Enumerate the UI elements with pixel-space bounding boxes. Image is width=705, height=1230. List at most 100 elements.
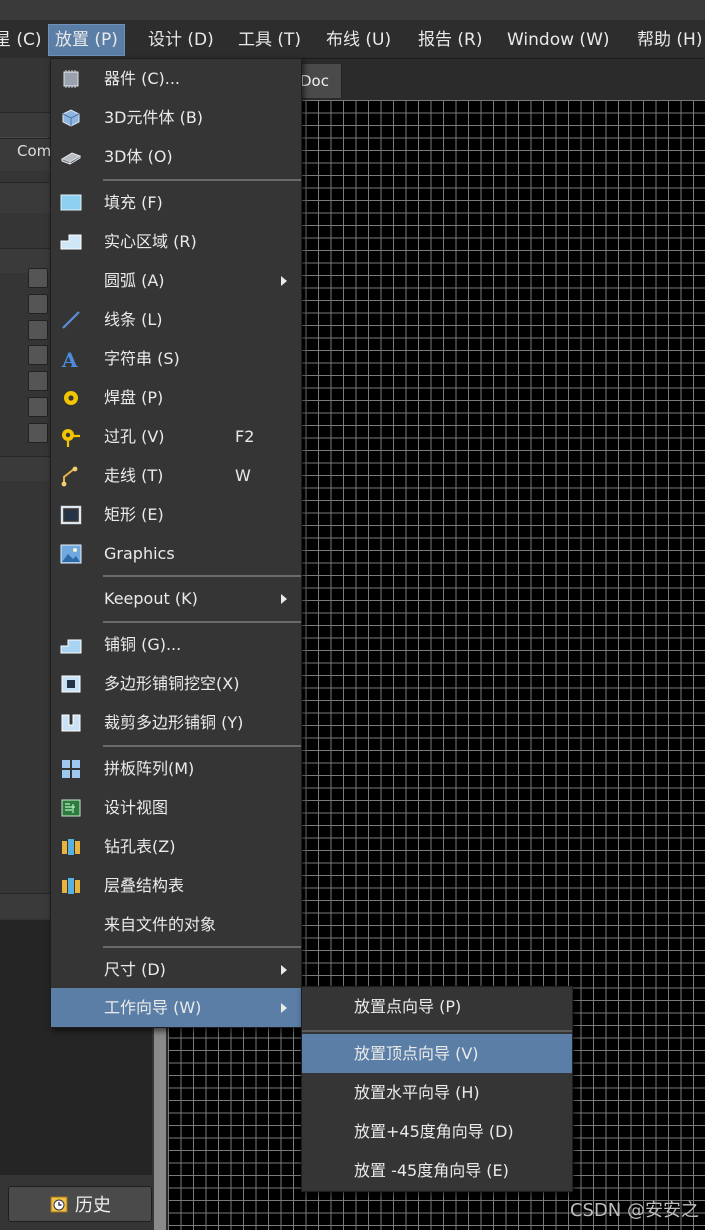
string-icon: A <box>61 348 78 370</box>
menu-item-keepout[interactable]: Keepout (K) <box>51 579 301 618</box>
menu-item-pad[interactable]: 焊盘 (P) <box>51 378 301 417</box>
panel-checkbox[interactable] <box>28 397 48 417</box>
menu-item-embedded-board-array[interactable]: 拼板阵列(M) <box>51 749 301 788</box>
menu-item-label: 焊盘 (P) <box>104 388 164 407</box>
menu-item-label: Graphics <box>104 544 175 563</box>
polygon-cutout-icon <box>61 675 81 693</box>
menu-item-label: 3D元件体 (B) <box>104 108 204 127</box>
menu-item-fill[interactable]: 填充 (F) <box>51 183 301 222</box>
menu-item-3d-body[interactable]: 3D体 (O) <box>51 137 301 176</box>
submenu-item-label: 放置点向导 (P) <box>354 997 462 1016</box>
submenu-item-place-plus45-guide[interactable]: 放置+45度角向导 (D) <box>302 1112 572 1151</box>
menu-item-object-from-file[interactable]: 来自文件的对象 <box>51 905 301 944</box>
menu-separator <box>103 179 301 181</box>
polygon-pour-icon <box>60 639 82 654</box>
submenu-item-label: 放置+45度角向导 (D) <box>354 1122 514 1141</box>
menu-reports[interactable]: 报告 (R) <box>418 26 482 54</box>
title-strip <box>0 0 705 20</box>
panel-column-header: Com <box>17 142 52 160</box>
submenu-arrow-icon <box>281 965 287 975</box>
panel-checkbox[interactable] <box>28 294 48 314</box>
via-icon <box>62 429 80 447</box>
menu-item-work-guide[interactable]: 工作向导 (W) <box>51 988 301 1027</box>
panel-checkbox[interactable] <box>28 371 48 391</box>
menu-item-label: 拼板阵列(M) <box>104 759 195 778</box>
menu-item-shortcut: W <box>235 466 251 485</box>
menu-item-label: 尺寸 (D) <box>104 960 166 979</box>
menu-item-label: 矩形 (E) <box>104 505 164 524</box>
solid-region-icon <box>60 234 82 250</box>
submenu-item-place-minus45-guide[interactable]: 放置 -45度角向导 (E) <box>302 1151 572 1190</box>
pad-icon <box>64 391 78 405</box>
menu-item-design-view[interactable]: 设计视图 <box>51 788 301 827</box>
panel-checkbox[interactable] <box>28 423 48 443</box>
document-tab[interactable]: Doc * <box>296 64 342 124</box>
submenu-arrow-icon <box>281 1003 287 1013</box>
menu-bar: 星 (C) 放置 (P) 设计 (D) 工具 (T) 布线 (U) 报告 (R)… <box>0 0 705 59</box>
menu-item-polygon-pour[interactable]: 铺铜 (G)... <box>51 625 301 664</box>
panel-checkbox[interactable] <box>28 320 48 340</box>
panel-scrollbar[interactable] <box>154 1015 166 1230</box>
menu-separator <box>103 946 301 948</box>
menu-item-label: 多边形铺铜挖空(X) <box>104 674 240 693</box>
menu-item-dimension[interactable]: 尺寸 (D) <box>51 950 301 989</box>
menu-item-label: 层叠结构表 <box>104 876 185 895</box>
submenu-item-place-point-guide[interactable]: 放置点向导 (P) <box>302 987 572 1026</box>
menu-item-label: 来自文件的对象 <box>104 915 217 934</box>
menu-item-label: 钻孔表(Z) <box>104 837 176 856</box>
design-view-icon <box>61 799 81 817</box>
menu-separator <box>302 1030 572 1032</box>
menu-item-polygon-cutout[interactable]: 多边形铺铜挖空(X) <box>51 664 301 703</box>
submenu-arrow-icon <box>281 594 287 604</box>
menu-item-arc[interactable]: 圆弧 (A) <box>51 261 301 300</box>
layer-stack-table-icon <box>62 878 80 894</box>
menu-item-string[interactable]: A 字符串 (S) <box>51 339 301 378</box>
svg-text:A: A <box>61 348 78 370</box>
history-button[interactable]: 历史 <box>8 1186 152 1222</box>
menu-item-graphics[interactable]: Graphics <box>51 534 301 573</box>
menu-item-label: 器件 (C)... <box>104 69 181 88</box>
menu-design[interactable]: 设计 (D) <box>148 26 214 54</box>
history-icon <box>50 1196 68 1213</box>
menu-help[interactable]: 帮助 (H) <box>637 26 702 54</box>
menu-place[interactable]: 放置 (P) <box>48 24 125 56</box>
track-icon <box>61 466 78 487</box>
slice-polygon-icon <box>61 714 81 732</box>
3d-body-icon <box>60 152 82 165</box>
menu-item-label: 圆弧 (A) <box>104 271 165 290</box>
rectangle-icon <box>60 505 82 525</box>
menu-item-shortcut: F2 <box>235 427 255 446</box>
menu-item-rectangle[interactable]: 矩形 (E) <box>51 495 301 534</box>
submenu-item-place-vertex-guide[interactable]: 放置顶点向导 (V) <box>302 1034 572 1073</box>
menu-tools[interactable]: 工具 (T) <box>238 26 301 54</box>
panel-checkbox[interactable] <box>28 268 48 288</box>
component-icon <box>63 70 79 88</box>
drill-table-icon <box>62 839 80 855</box>
menu-item-label: 工作向导 (W) <box>104 998 202 1017</box>
menu-item-3d-component-body[interactable]: 3D元件体 (B) <box>51 98 301 137</box>
menu-item-slice-polygon[interactable]: 裁剪多边形铺铜 (Y) <box>51 703 301 742</box>
menu-item-label: Keepout (K) <box>104 589 198 608</box>
menu-item-label: 实心区域 (R) <box>104 232 197 251</box>
menu-item-line[interactable]: 线条 (L) <box>51 300 301 339</box>
menu-separator <box>103 575 301 577</box>
menu-project[interactable]: 星 (C) <box>0 26 42 54</box>
menu-item-component[interactable]: 器件 (C)... <box>51 59 301 98</box>
submenu-item-place-horizontal-guide[interactable]: 放置水平向导 (H) <box>302 1073 572 1112</box>
menu-item-label: 铺铜 (G)... <box>104 635 182 654</box>
menu-item-solid-region[interactable]: 实心区域 (R) <box>51 222 301 261</box>
menu-item-track[interactable]: 走线 (T) W <box>51 456 301 495</box>
menu-route[interactable]: 布线 (U) <box>326 26 391 54</box>
submenu-arrow-icon <box>281 276 287 286</box>
menu-item-layer-stack-table[interactable]: 层叠结构表 <box>51 866 301 905</box>
menu-item-label: 线条 (L) <box>104 310 163 329</box>
work-guide-submenu: 放置点向导 (P) 放置顶点向导 (V) 放置水平向导 (H) 放置+45度角向… <box>301 986 573 1192</box>
menu-item-label: 设计视图 <box>104 798 169 817</box>
menu-separator <box>103 745 301 747</box>
menu-item-label: 3D体 (O) <box>104 147 173 166</box>
menu-item-label: 裁剪多边形铺铜 (Y) <box>104 713 244 732</box>
menu-window[interactable]: Window (W) <box>507 26 610 54</box>
panel-checkbox[interactable] <box>28 345 48 365</box>
menu-item-drill-table[interactable]: 钻孔表(Z) <box>51 827 301 866</box>
menu-item-via[interactable]: 过孔 (V) F2 <box>51 417 301 456</box>
